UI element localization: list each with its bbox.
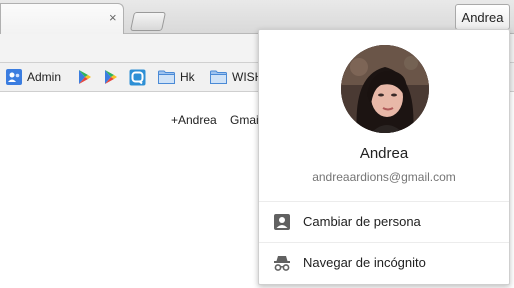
close-tab-icon[interactable]: × <box>109 11 117 25</box>
profile-button[interactable]: Andrea <box>455 4 510 30</box>
admin-app-icon <box>6 69 22 85</box>
plus-profile-link[interactable]: +Andrea <box>171 113 217 127</box>
incognito-item[interactable]: Navegar de incógnito <box>259 243 509 283</box>
folder-icon <box>158 70 175 84</box>
bookmark-play-1[interactable] <box>76 68 92 86</box>
google-play-icon <box>79 70 91 84</box>
incognito-icon <box>274 256 290 271</box>
switch-person-item[interactable]: Cambiar de persona <box>259 202 509 242</box>
google-play-icon <box>105 70 117 84</box>
profile-name: Andrea <box>359 145 409 162</box>
folder-icon <box>210 70 227 84</box>
profile-email: andreaardions@gmail.com <box>312 170 456 184</box>
menu-label: Navegar de incógnito <box>303 255 426 270</box>
person-icon <box>274 214 290 230</box>
bookmark-folder-wish[interactable]: WISH <box>210 68 263 86</box>
new-tab-button[interactable] <box>129 12 167 31</box>
bookmark-admin[interactable]: Admin <box>6 68 61 86</box>
avatar <box>341 45 429 133</box>
bookmark-label: Hk <box>180 70 195 84</box>
profile-popup: Andrea andreaardions@gmail.com Cambiar d… <box>258 29 510 285</box>
bookmark-folder-hk[interactable]: Hk <box>158 68 195 86</box>
bookmark-label: Admin <box>27 70 62 84</box>
app-chat-icon <box>129 69 146 85</box>
bookmark-app[interactable] <box>129 68 146 86</box>
browser-tab[interactable]: × <box>0 3 124 34</box>
bookmark-play-2[interactable] <box>102 68 118 86</box>
menu-label: Cambiar de persona <box>303 214 421 229</box>
avatar-photo <box>341 45 429 133</box>
gmail-link[interactable]: Gmail <box>230 113 261 127</box>
